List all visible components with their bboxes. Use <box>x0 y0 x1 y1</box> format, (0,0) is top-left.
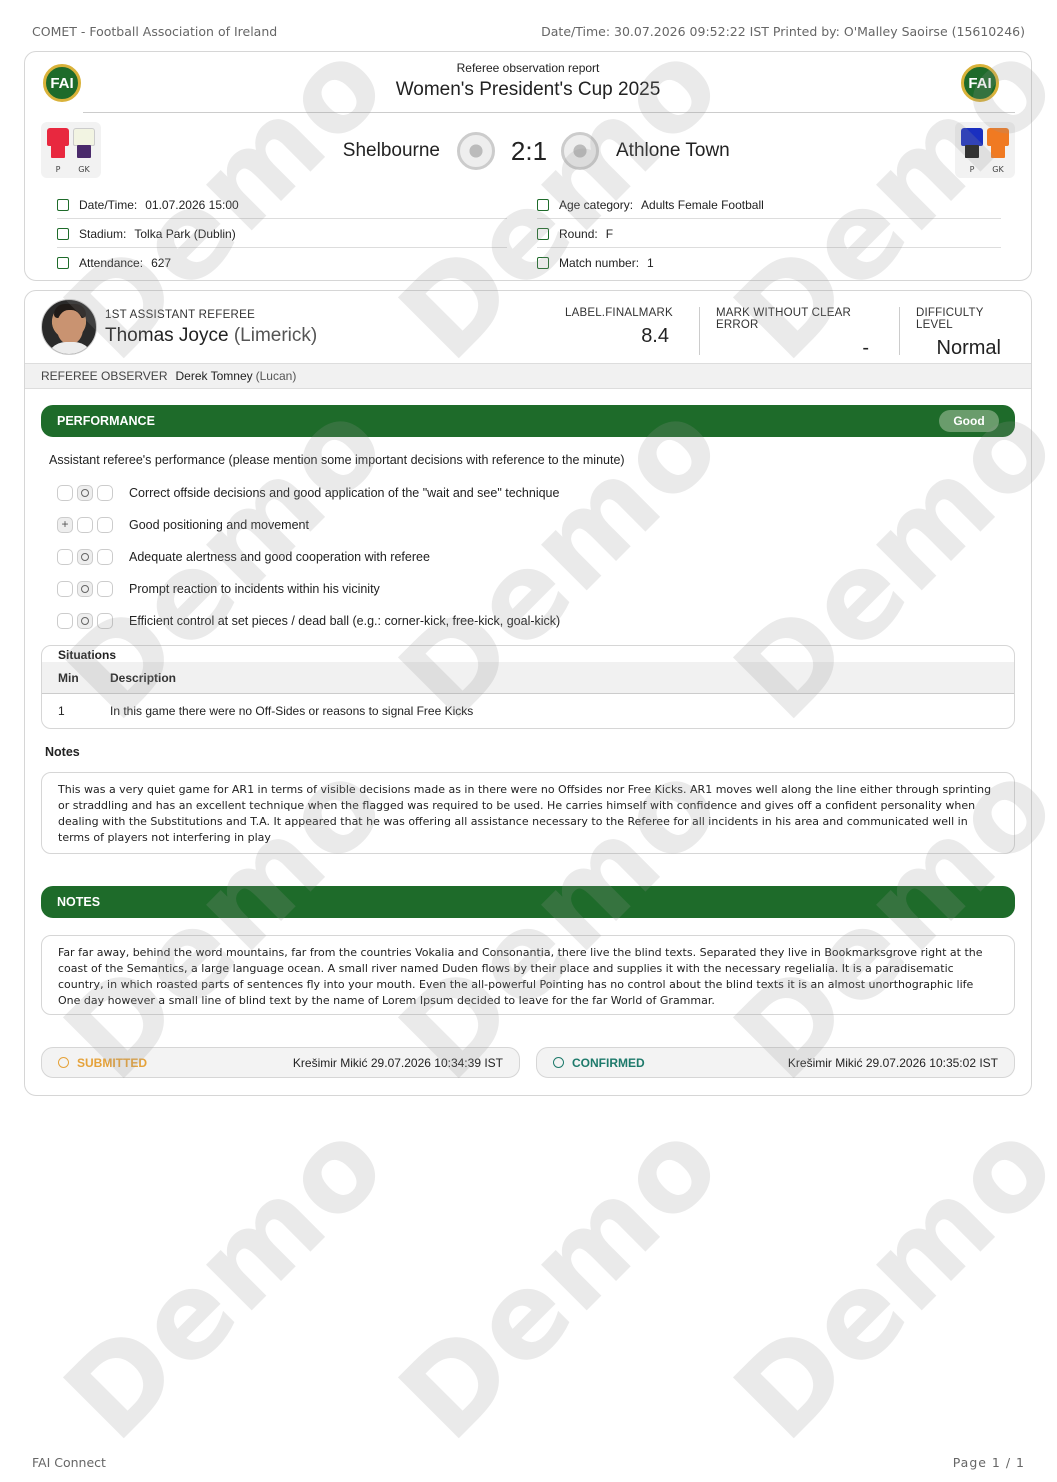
rating-option-minus[interactable] <box>97 485 113 501</box>
calendar-icon <box>57 198 69 211</box>
rating-option-plus[interactable] <box>57 485 73 501</box>
criterion-label: Efficient control at set pieces / dead b… <box>129 614 561 628</box>
watermark-text: Demo <box>373 1092 747 1466</box>
criterion-row: Efficient control at set pieces / dead b… <box>57 612 560 630</box>
print-header: COMET - Football Association of Ireland … <box>32 24 1025 40</box>
watermark-text: Demo <box>708 1092 1057 1466</box>
observer-bar: REFEREE OBSERVER Derek Tomney (Lucan) <box>25 363 1031 389</box>
referee-role: 1ST ASSISTANT REFEREE <box>105 309 256 321</box>
final-mark: LABEL.FINALMARK 8.4 <box>565 307 673 347</box>
referee-report-card: 1ST ASSISTANT REFEREE Thomas Joyce (Lime… <box>24 290 1032 1096</box>
match-card: FAI FAI Referee observation report Women… <box>24 51 1032 281</box>
away-gk-kit-icon <box>987 128 1009 160</box>
check-circle-icon <box>58 1057 69 1068</box>
info-stadium: Stadium: Tolka Park (Dublin) <box>57 220 507 248</box>
info-round: Round: F <box>537 220 1001 248</box>
rating-option-plus[interactable] <box>57 613 73 629</box>
rating-option-minus[interactable] <box>97 517 113 533</box>
rating-option-plus[interactable] <box>57 581 73 597</box>
rating-option-neutral[interactable] <box>77 581 93 597</box>
rating-option-minus[interactable] <box>97 549 113 565</box>
confirmed-status: CONFIRMED Krešimir Mikić 29.07.2026 10:3… <box>536 1047 1015 1078</box>
criterion-row: Good positioning and movement <box>57 516 309 534</box>
notes-label: Notes <box>45 745 80 759</box>
rating-option-plus[interactable] <box>57 549 73 565</box>
home-gk-label: GK <box>78 165 90 174</box>
mark-without-clear-error: MARK WITHOUT CLEAR ERROR - <box>699 307 869 359</box>
notes-section-header[interactable]: NOTES <box>41 886 1015 918</box>
situation-description: In this game there were no Off-Sides or … <box>110 704 474 718</box>
rating-option-plus[interactable] <box>57 517 73 533</box>
away-gk-label: GK <box>992 165 1004 174</box>
footer-app-name: FAI Connect <box>32 1455 106 1470</box>
watermark-text: Demo <box>38 1092 412 1466</box>
rating-option-minus[interactable] <box>97 581 113 597</box>
away-player-label: P <box>969 165 975 174</box>
competition-title: Women's President's Cup 2025 <box>395 79 661 100</box>
criterion-row: Correct offside decisions and good appli… <box>57 484 559 502</box>
criterion-row: Prompt reaction to incidents within his … <box>57 580 380 598</box>
info-match-number: Match number: 1 <box>537 249 1001 277</box>
rating-option-neutral[interactable] <box>77 485 93 501</box>
stadium-icon <box>57 227 69 240</box>
away-kits: P GK <box>955 122 1015 178</box>
col-min: Min <box>58 671 79 685</box>
home-gk-kit-icon <box>73 128 95 160</box>
home-player-label: P <box>55 165 61 174</box>
rating-option-neutral[interactable] <box>77 613 93 629</box>
situation-min: 1 <box>58 704 65 718</box>
performance-rating-badge: Good <box>939 410 999 432</box>
criterion-label: Prompt reaction to incidents within his … <box>129 582 380 596</box>
criterion-label: Adequate alertness and good cooperation … <box>129 550 430 564</box>
col-description: Description <box>110 671 177 685</box>
situations-caption: Situations <box>58 648 117 662</box>
away-team-name: Athlone Town <box>616 140 730 161</box>
print-footer: FAI Connect Page 1 / 1 <box>32 1455 1025 1470</box>
performance-notes: This was a very quiet game for AR1 in te… <box>41 772 1015 854</box>
avatar <box>41 299 97 355</box>
away-team-crest-icon <box>561 132 599 170</box>
criterion-label: Correct offside decisions and good appli… <box>129 486 560 500</box>
match-score: 2:1 <box>510 136 548 166</box>
match-number-icon <box>537 257 549 269</box>
rating-option-neutral[interactable] <box>77 517 93 533</box>
home-player-kit-icon <box>47 128 69 160</box>
situations-table: Min Description Situations 1 In this gam… <box>41 645 1015 729</box>
info-date-time: Date/Time: 01.07.2026 15:00 <box>57 191 507 219</box>
rating-option-neutral[interactable] <box>77 549 93 565</box>
away-player-kit-icon <box>961 128 983 160</box>
page-number: Page 1 / 1 <box>952 1455 1025 1470</box>
general-notes: Far far away, behind the word mountains,… <box>41 935 1015 1015</box>
home-team-name: Shelbourne <box>342 140 440 161</box>
criterion-label: Good positioning and movement <box>129 518 309 532</box>
age-category-icon <box>537 198 549 211</box>
submitted-status: SUBMITTED Krešimir Mikić 29.07.2026 10:3… <box>41 1047 520 1078</box>
performance-question: Assistant referee's performance (please … <box>49 453 625 467</box>
performance-section-header[interactable]: PERFORMANCE Good <box>41 405 1015 437</box>
print-source: COMET - Football Association of Ireland <box>32 24 278 39</box>
situations-header: Min Description <box>42 662 1014 694</box>
referee-name: Thomas Joyce (Limerick) <box>105 325 318 346</box>
trophy-icon <box>537 227 549 240</box>
report-title: Referee observation report <box>456 61 600 75</box>
difficulty-level: DIFFICULTY LEVEL Normal <box>899 307 1001 359</box>
home-kits: P GK <box>41 122 101 178</box>
home-team-crest-icon <box>457 132 495 170</box>
check-circle-icon <box>553 1057 564 1068</box>
attendance-icon <box>57 257 69 269</box>
print-timestamp: Date/Time: 30.07.2026 09:52:22 IST Print… <box>541 24 1025 39</box>
header-divider <box>83 112 1015 113</box>
criterion-row: Adequate alertness and good cooperation … <box>57 548 430 566</box>
info-age-category: Age category: Adults Female Football <box>537 191 1001 219</box>
rating-option-minus[interactable] <box>97 613 113 629</box>
info-attendance: Attendance: 627 <box>57 249 507 277</box>
